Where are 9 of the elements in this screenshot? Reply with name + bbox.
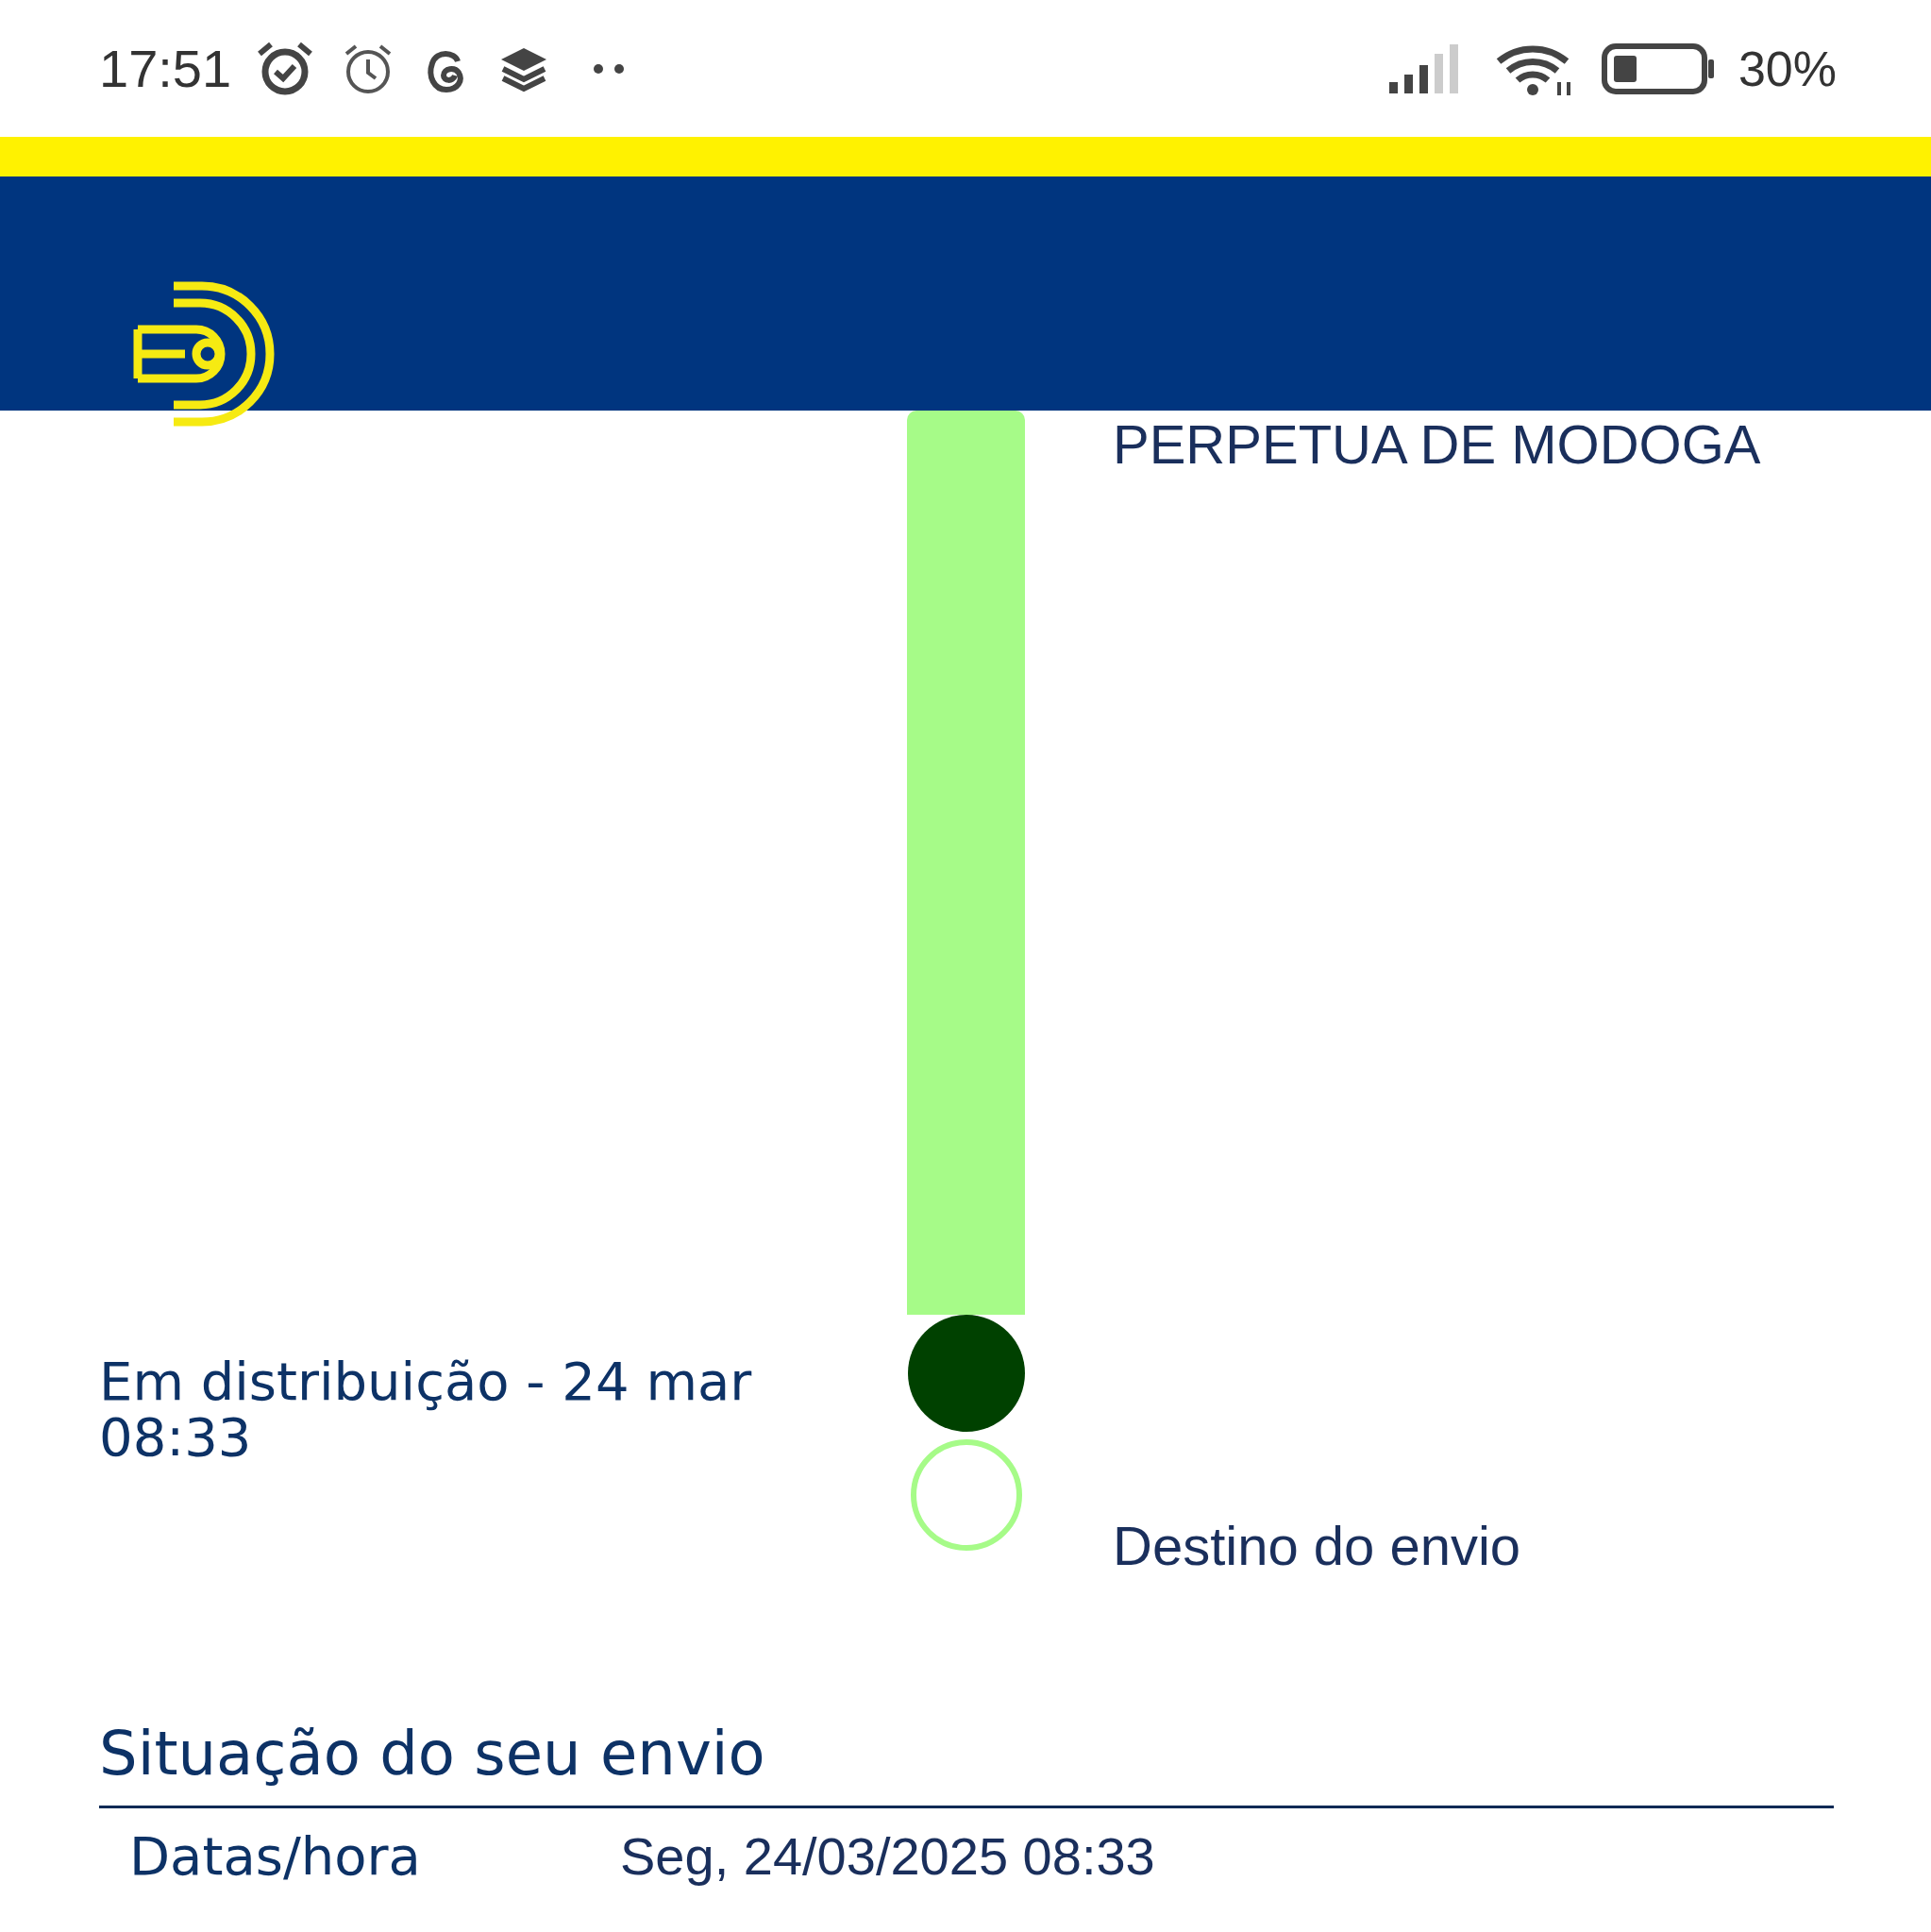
- clock-time: 17:51: [99, 38, 232, 99]
- destination-label: Destino do envio: [1113, 1514, 1522, 1577]
- row-value: Seg, 24/03/2025 08:33: [620, 1825, 1155, 1887]
- more-dots-icon: [594, 63, 625, 74]
- origin-text: PERPETUA DE MODOGA: [1113, 412, 1762, 476]
- status-event: Em distribuição - 24 mar 08:33: [98, 1354, 753, 1466]
- row-label: Datas/hora: [129, 1825, 422, 1887]
- battery-percent: 30%: [1738, 40, 1837, 97]
- section-title: Situação do seu envio: [99, 1719, 1834, 1808]
